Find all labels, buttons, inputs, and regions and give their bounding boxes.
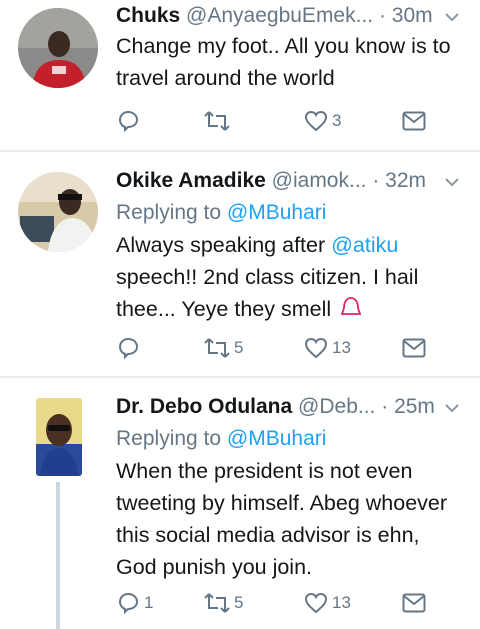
like-count: 13 xyxy=(332,593,351,612)
separator: · xyxy=(366,169,386,192)
avatar[interactable] xyxy=(36,398,82,476)
like-icon xyxy=(304,337,328,359)
tweet-text-start: Always speaking after xyxy=(116,233,332,257)
message-icon xyxy=(402,338,426,358)
like-button[interactable]: 3 xyxy=(304,106,341,136)
replying-to-label: Replying to xyxy=(116,427,222,450)
avatar[interactable] xyxy=(18,8,98,88)
tweet-actions: 3 xyxy=(116,106,446,136)
retweet-count: 5 xyxy=(234,593,244,612)
retweet-icon xyxy=(204,338,230,358)
reply-button[interactable] xyxy=(116,333,144,363)
like-icon xyxy=(304,592,328,614)
reply-button[interactable] xyxy=(116,106,144,136)
thread-line xyxy=(56,482,60,629)
tweet-1[interactable]: Chuks @AnyaegbuEmek... · 30m Change my f… xyxy=(0,0,480,150)
user-handle[interactable]: @iamok... xyxy=(272,169,367,192)
retweet-button[interactable]: 5 xyxy=(204,588,243,618)
user-handle[interactable]: @Deb... xyxy=(298,395,375,418)
timestamp[interactable]: 30m xyxy=(392,4,433,27)
tweet-actions: 1 5 13 xyxy=(116,588,446,618)
tweet-header: Okike Amadike @iamok... · 32m xyxy=(116,166,466,196)
tweet-text-end: speech!! 2nd class citizen. I hail thee.… xyxy=(116,265,419,321)
user-handle[interactable]: @AnyaegbuEmek... xyxy=(186,4,373,27)
replying-to: Replying to @MBuhari xyxy=(116,198,326,228)
reply-button[interactable]: 1 xyxy=(116,588,153,618)
retweet-icon xyxy=(204,593,230,613)
avatar[interactable] xyxy=(18,172,98,252)
mention-link[interactable]: @atiku xyxy=(331,233,398,257)
reply-icon xyxy=(118,592,139,615)
replying-to: Replying to @MBuhari xyxy=(116,424,326,454)
retweet-button[interactable] xyxy=(204,106,234,136)
retweet-count: 5 xyxy=(234,338,244,357)
tweet-text: Always speaking after @atiku speech!! 2n… xyxy=(116,229,466,325)
replying-to-link[interactable]: @MBuhari xyxy=(227,427,327,450)
like-icon xyxy=(304,110,328,132)
timestamp[interactable]: 32m xyxy=(385,169,426,192)
tweet-actions: 5 13 xyxy=(116,333,446,363)
tweet-2[interactable]: Okike Amadike @iamok... · 32m Replying t… xyxy=(0,152,480,376)
display-name[interactable]: Okike Amadike xyxy=(116,169,266,192)
like-button[interactable]: 13 xyxy=(304,588,351,618)
message-button[interactable] xyxy=(402,333,426,363)
like-count: 3 xyxy=(332,111,342,130)
separator: · xyxy=(375,395,395,418)
timestamp[interactable]: 25m xyxy=(394,395,435,418)
tweet-text: When the president is not even tweeting … xyxy=(116,459,448,579)
display-name[interactable]: Chuks xyxy=(116,4,180,27)
bell-icon xyxy=(340,297,362,315)
display-name[interactable]: Dr. Debo Odulana xyxy=(116,395,292,418)
replying-to-link[interactable]: @MBuhari xyxy=(227,201,327,224)
chevron-down-icon[interactable] xyxy=(444,174,460,190)
message-button[interactable] xyxy=(402,588,426,618)
retweet-button[interactable]: 5 xyxy=(204,333,243,363)
reply-icon xyxy=(118,110,139,133)
like-button[interactable]: 13 xyxy=(304,333,351,363)
separator: · xyxy=(373,4,392,27)
message-icon xyxy=(402,111,426,131)
message-icon xyxy=(402,593,426,613)
like-count: 13 xyxy=(332,338,351,357)
chevron-down-icon[interactable] xyxy=(444,9,460,25)
tweet-header: Dr. Debo Odulana @Deb... · 25m xyxy=(116,392,466,422)
tweet-text: Change my foot.. All you know is to trav… xyxy=(116,34,451,90)
reply-count: 1 xyxy=(144,593,154,612)
tweet-3[interactable]: Dr. Debo Odulana @Deb... · 25m Replying … xyxy=(0,378,480,629)
chevron-down-icon[interactable] xyxy=(444,400,460,416)
retweet-icon xyxy=(204,111,230,131)
replying-to-label: Replying to xyxy=(116,201,222,224)
tweet-header: Chuks @AnyaegbuEmek... · 30m xyxy=(116,1,466,31)
message-button[interactable] xyxy=(402,106,426,136)
reply-icon xyxy=(118,337,139,360)
